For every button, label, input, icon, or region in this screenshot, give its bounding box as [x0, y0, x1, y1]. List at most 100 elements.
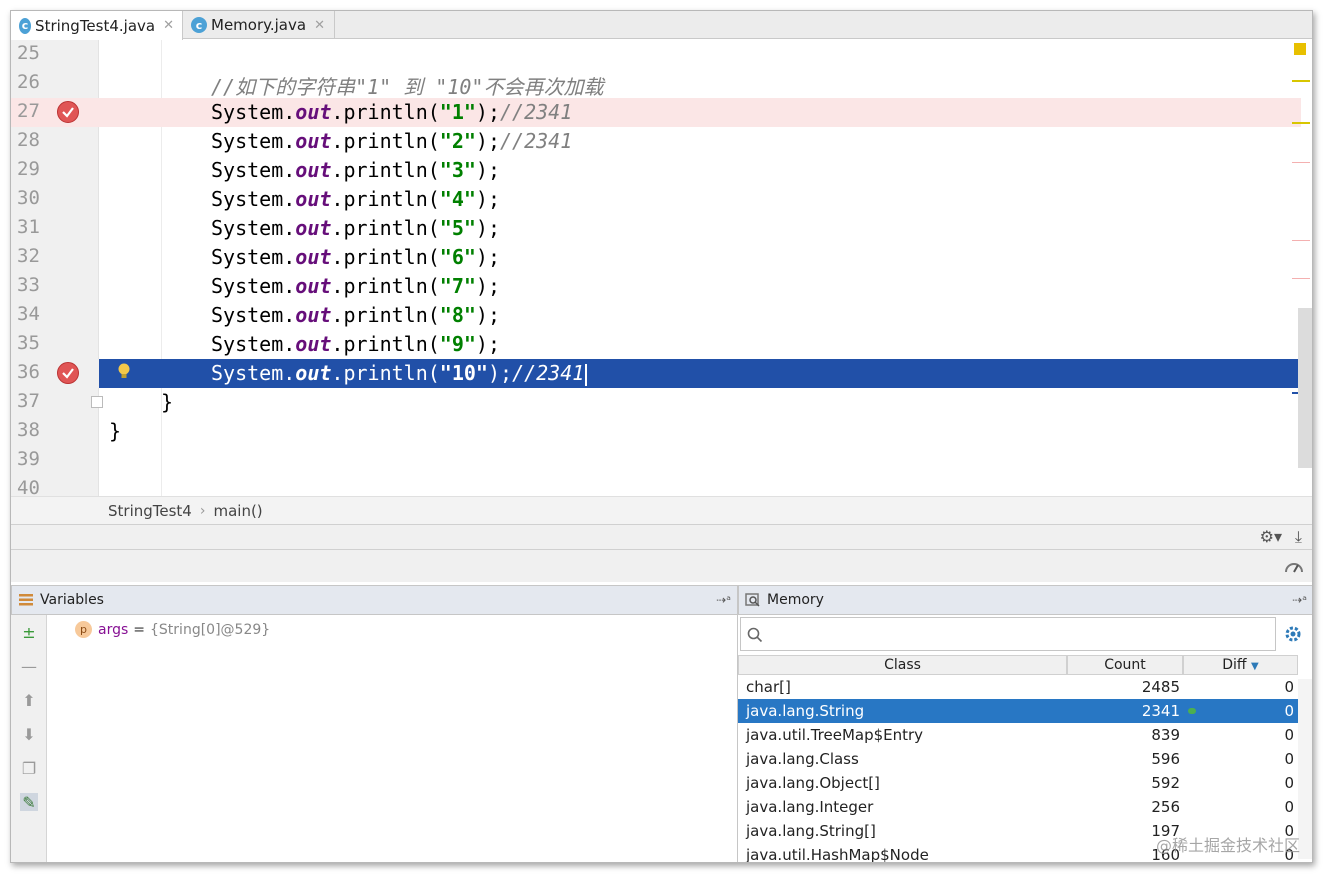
tab-label: StringTest4.java [35, 16, 156, 35]
line-number: 25 [17, 42, 40, 64]
code-line: 39 [11, 446, 1301, 475]
panel-title: Variables [40, 592, 104, 608]
java-class-icon: c [191, 17, 207, 33]
watermark: @稀土掘金技术社区 [1155, 836, 1300, 855]
debug-toolbar: ⚙▾ ⤓ [11, 524, 1312, 550]
line-number: 36 [17, 361, 40, 383]
count-cell: 592 [1151, 774, 1180, 792]
tracking-icon [1188, 708, 1196, 714]
breakpoint-icon[interactable] [57, 101, 79, 123]
code-text: } [161, 390, 174, 414]
table-row[interactable]: java.lang.Integer 256 0 [738, 795, 1298, 819]
diff-cell: 0 [1284, 798, 1294, 816]
class-cell: java.lang.String[] [746, 822, 876, 840]
line-number: 30 [17, 187, 40, 209]
remove-icon[interactable]: — [20, 657, 38, 676]
parameter-icon: p [75, 621, 92, 638]
variable-row[interactable]: p args = {String[0]@529} [75, 621, 270, 638]
fold-icon[interactable] [91, 396, 103, 408]
code-text: //如下的字符串"1" 到 "10"不会再次加载 [211, 71, 603, 100]
column-header-count[interactable]: Count [1067, 655, 1183, 675]
code-line: 31 System.out.println("5"); [11, 214, 1301, 243]
count-cell: 2341 [1141, 702, 1180, 720]
class-cell: java.lang.Object[] [746, 774, 880, 792]
error-stripe-marker[interactable] [1292, 162, 1310, 163]
breadcrumb-separator: › [199, 502, 206, 519]
memory-panel-header: Memory ⇢ᵃ [738, 585, 1312, 615]
lightbulb-icon[interactable] [117, 362, 131, 380]
line-number: 33 [17, 274, 40, 296]
gear-icon[interactable] [1284, 625, 1302, 643]
code-text: } [109, 419, 122, 443]
code-line: 37 } [11, 388, 1301, 417]
code-text: System.out.println("7"); [211, 274, 501, 298]
count-cell: 596 [1151, 750, 1180, 768]
error-stripe-marker[interactable] [1292, 122, 1310, 124]
error-stripe-marker[interactable] [1292, 240, 1310, 241]
table-row[interactable]: java.lang.Object[] 592 0 [738, 771, 1298, 795]
diff-cell: 0 [1284, 726, 1294, 744]
line-number: 29 [17, 158, 40, 180]
close-icon[interactable]: ✕ [163, 18, 174, 33]
code-line: 25 [11, 40, 1301, 69]
variable-name: args [98, 621, 129, 638]
memory-view: Class Count Diff ▼ char[] 2485 0 java.la… [738, 615, 1312, 862]
search-icon [747, 627, 763, 643]
watches-icon[interactable]: ✎ [20, 793, 38, 812]
breadcrumb-class[interactable]: StringTest4 [108, 502, 192, 520]
arrow-up-icon[interactable]: ⬆ [20, 691, 38, 710]
editor-tab-bar: c StringTest4.java ✕ c Memory.java ✕ [11, 11, 1312, 40]
diff-cell: 0 [1284, 678, 1294, 696]
code-text: System.out.println("9"); [211, 332, 501, 356]
table-row[interactable]: char[] 2485 0 [738, 675, 1298, 699]
code-text: System.out.println("2");//2341 [211, 129, 573, 153]
class-cell: java.lang.Class [746, 750, 859, 768]
arrow-down-icon[interactable]: ⬇ [20, 725, 38, 744]
diff-cell: 0 [1284, 750, 1294, 768]
code-line: 40 [11, 475, 1301, 496]
code-line: 35 System.out.println("9"); [11, 330, 1301, 359]
breakpoint-icon[interactable] [57, 362, 79, 384]
panel-title: Memory [767, 592, 824, 608]
code-line-current-execution: 36 System.out.println("10");//2341 [11, 359, 1301, 388]
error-stripe-marker[interactable] [1292, 80, 1310, 82]
code-line: 38 } [11, 417, 1301, 446]
column-header-diff[interactable]: Diff ▼ [1183, 655, 1298, 675]
code-line: 32 System.out.println("6"); [11, 243, 1301, 272]
code-text: System.out.println("6"); [211, 245, 501, 269]
count-cell: 2485 [1141, 678, 1180, 696]
pin-icon[interactable]: ⇢ᵃ [1292, 593, 1307, 607]
line-number: 28 [17, 129, 40, 151]
variables-tree[interactable]: p args = {String[0]@529} [47, 615, 738, 862]
code-text: System.out.println("3"); [211, 158, 501, 182]
editor-scrollbar[interactable] [1298, 308, 1312, 468]
memory-scrollbar[interactable] [1298, 679, 1312, 859]
ide-window: c StringTest4.java ✕ c Memory.java ✕ 25 … [10, 10, 1313, 863]
table-row-selected[interactable]: java.lang.String 2341 0 [738, 699, 1298, 723]
pin-icon[interactable]: ⇢ᵃ [716, 593, 731, 607]
tab-label: Memory.java [211, 16, 307, 34]
line-number: 32 [17, 245, 40, 267]
code-editor[interactable]: 25 26 //如下的字符串"1" 到 "10"不会再次加载 27 System… [11, 40, 1312, 496]
table-row[interactable]: java.util.TreeMap$Entry 839 0 [738, 723, 1298, 747]
sort-desc-icon: ▼ [1251, 661, 1259, 672]
gauge-icon[interactable] [1284, 558, 1304, 574]
copy-icon[interactable]: ❐ [20, 759, 38, 778]
close-icon[interactable]: ✕ [314, 18, 325, 33]
tab-memory[interactable]: c Memory.java ✕ [183, 11, 335, 39]
column-header-class[interactable]: Class [738, 655, 1067, 675]
table-row[interactable]: java.lang.Class 596 0 [738, 747, 1298, 771]
tab-stringtest4[interactable]: c StringTest4.java ✕ [11, 11, 183, 40]
add-watch-icon[interactable]: ± [20, 623, 38, 642]
gear-icon[interactable]: ⚙▾ [1260, 527, 1282, 546]
memory-search-field[interactable] [740, 617, 1276, 651]
diff-cell: 0 [1284, 774, 1294, 792]
breadcrumb-method[interactable]: main() [213, 502, 262, 520]
variables-toolbar: ± — ⬆ ⬇ ❐ ✎ [11, 615, 47, 862]
code-text: System.out.println("8"); [211, 303, 501, 327]
inspection-status-icon[interactable] [1294, 43, 1306, 55]
error-stripe-marker[interactable] [1292, 278, 1310, 279]
variable-equals: = [133, 621, 146, 638]
line-number: 27 [17, 100, 40, 122]
download-icon[interactable]: ⤓ [1295, 527, 1302, 547]
